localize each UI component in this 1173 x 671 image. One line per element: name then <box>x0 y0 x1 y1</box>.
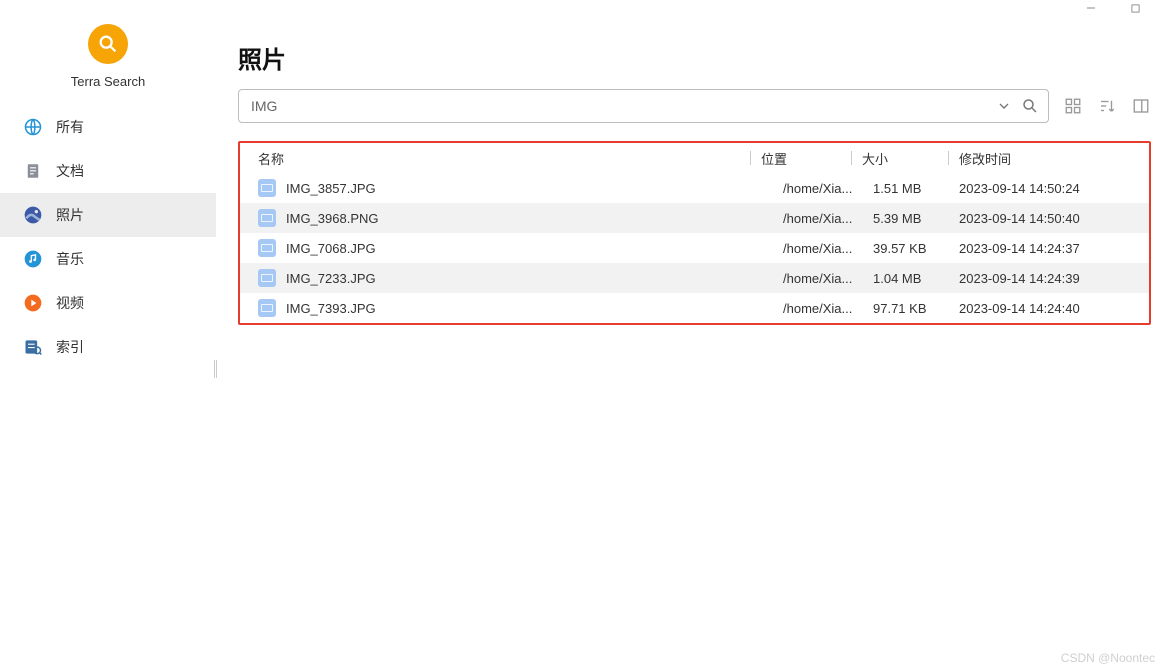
table-row[interactable]: IMG_3968.PNG /home/Xia... 5.39 MB 2023-0… <box>240 203 1149 233</box>
sidebar-item-documents[interactable]: 文档 <box>0 149 216 193</box>
sidebar-item-label: 视频 <box>56 293 84 313</box>
globe-icon <box>22 116 44 138</box>
sidebar-item-label: 照片 <box>56 205 84 225</box>
sidebar-item-label: 音乐 <box>56 249 84 269</box>
sidebar-item-music[interactable]: 音乐 <box>0 237 216 281</box>
sidebar-item-photos[interactable]: 照片 <box>0 193 216 237</box>
sidebar-resize-handle[interactable] <box>214 360 217 378</box>
file-location: /home/Xia... <box>783 181 873 196</box>
minimize-button[interactable] <box>1083 0 1099 16</box>
grid-view-icon[interactable] <box>1063 96 1083 116</box>
file-name: IMG_7068.JPG <box>286 241 376 256</box>
page-title: 照片 <box>238 40 1151 75</box>
file-modified: 2023-09-14 14:24:37 <box>959 241 1149 256</box>
toolbar <box>238 89 1151 123</box>
file-location: /home/Xia... <box>783 211 873 226</box>
file-modified: 2023-09-14 14:24:40 <box>959 301 1149 316</box>
file-modified: 2023-09-14 14:24:39 <box>959 271 1149 286</box>
sidebar: Terra Search 所有 <box>0 16 216 671</box>
search-wrap <box>238 89 1049 123</box>
titlebar <box>0 0 1173 16</box>
image-file-icon <box>258 209 276 227</box>
image-file-icon <box>258 269 276 287</box>
app-name: Terra Search <box>71 74 145 89</box>
photo-icon <box>22 204 44 226</box>
column-header-size[interactable]: 大小 <box>862 149 948 168</box>
file-modified: 2023-09-14 14:50:24 <box>959 181 1149 196</box>
table-row[interactable]: IMG_3857.JPG /home/Xia... 1.51 MB 2023-0… <box>240 173 1149 203</box>
sidebar-item-all[interactable]: 所有 <box>0 105 216 149</box>
table-row[interactable]: IMG_7393.JPG /home/Xia... 97.71 KB 2023-… <box>240 293 1149 323</box>
sidebar-item-label: 索引 <box>56 337 84 357</box>
nav: 所有 文档 <box>0 105 216 369</box>
sidebar-item-index[interactable]: 索引 <box>0 325 216 369</box>
maximize-button[interactable] <box>1127 0 1143 16</box>
sidebar-item-label: 文档 <box>56 161 84 181</box>
sidebar-item-video[interactable]: 视频 <box>0 281 216 325</box>
music-icon <box>22 248 44 270</box>
chevron-down-icon[interactable] <box>994 96 1014 116</box>
sidebar-item-label: 所有 <box>56 117 84 137</box>
file-size: 1.51 MB <box>873 181 959 196</box>
video-icon <box>22 292 44 314</box>
results-table: 名称 位置 大小 修改时间 IMG_3857.JPG /home/Xia... … <box>240 143 1149 323</box>
table-header: 名称 位置 大小 修改时间 <box>240 143 1149 173</box>
file-location: /home/Xia... <box>783 301 873 316</box>
file-name: IMG_3857.JPG <box>286 181 376 196</box>
watermark: CSDN @Noontec <box>1061 651 1155 665</box>
search-input[interactable] <box>251 98 994 114</box>
table-row[interactable]: IMG_7068.JPG /home/Xia... 39.57 KB 2023-… <box>240 233 1149 263</box>
index-icon <box>22 336 44 358</box>
image-file-icon <box>258 299 276 317</box>
results-highlight-box: 名称 位置 大小 修改时间 IMG_3857.JPG /home/Xia... … <box>238 141 1151 325</box>
file-name: IMG_7233.JPG <box>286 271 376 286</box>
sort-icon[interactable] <box>1097 96 1117 116</box>
file-location: /home/Xia... <box>783 241 873 256</box>
file-name: IMG_7393.JPG <box>286 301 376 316</box>
file-location: /home/Xia... <box>783 271 873 286</box>
column-header-name[interactable]: 名称 <box>258 149 750 168</box>
main: 照片 <box>216 16 1173 671</box>
column-header-location[interactable]: 位置 <box>761 149 851 168</box>
file-modified: 2023-09-14 14:50:40 <box>959 211 1149 226</box>
file-size: 1.04 MB <box>873 271 959 286</box>
image-file-icon <box>258 179 276 197</box>
table-row[interactable]: IMG_7233.JPG /home/Xia... 1.04 MB 2023-0… <box>240 263 1149 293</box>
app-logo-icon <box>88 24 128 64</box>
sidebar-logo: Terra Search <box>0 16 216 93</box>
column-header-modified[interactable]: 修改时间 <box>959 149 1149 168</box>
search-icon[interactable] <box>1020 96 1040 116</box>
document-icon <box>22 160 44 182</box>
file-name: IMG_3968.PNG <box>286 211 379 226</box>
image-file-icon <box>258 239 276 257</box>
file-size: 5.39 MB <box>873 211 959 226</box>
file-size: 39.57 KB <box>873 241 959 256</box>
file-size: 97.71 KB <box>873 301 959 316</box>
panel-icon[interactable] <box>1131 96 1151 116</box>
